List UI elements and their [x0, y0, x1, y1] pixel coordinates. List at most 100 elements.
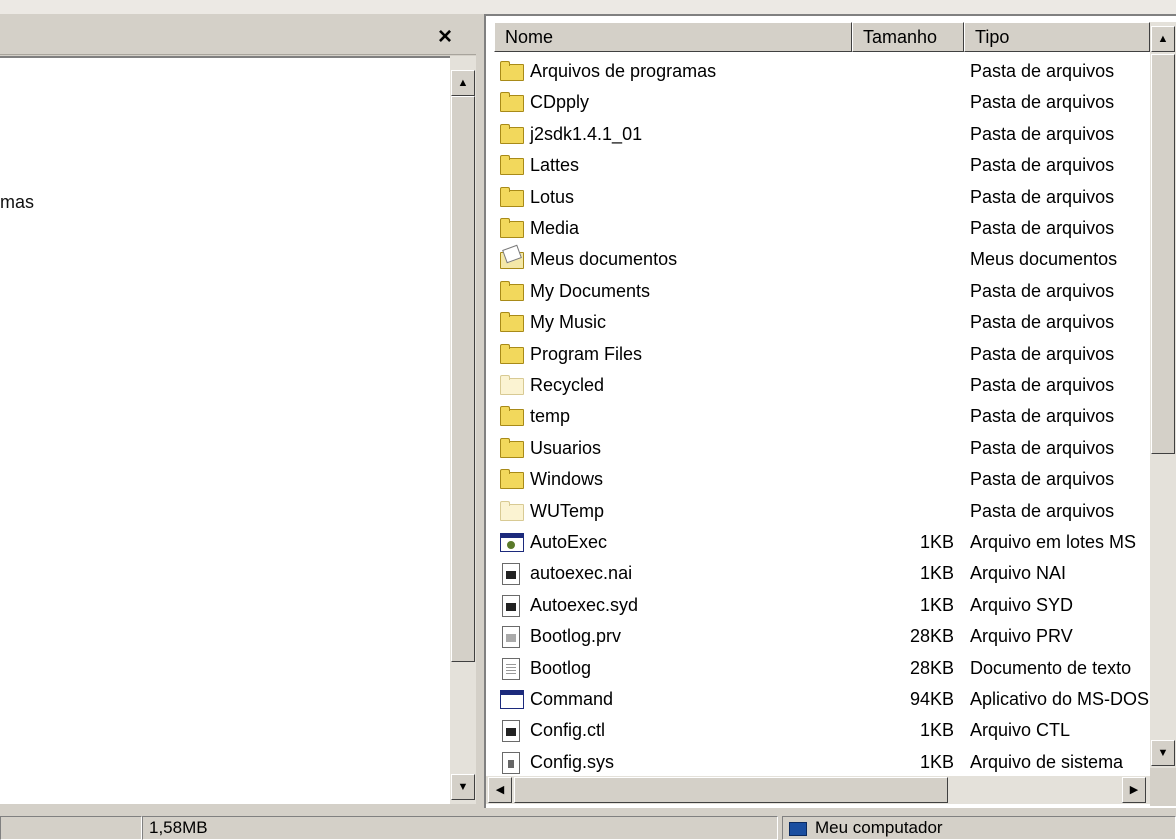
file-type: Arquivo em lotes MS	[970, 532, 1137, 552]
system-file-icon	[500, 594, 524, 617]
file-type: Pasta de arquivos	[970, 375, 1115, 395]
folder-icon	[500, 469, 524, 490]
file-row[interactable]: Bootlog 28KB Documento de texto	[494, 653, 1149, 683]
file-row[interactable]: Usuarios Pasta de arquivos	[494, 433, 1149, 463]
file-row[interactable]: Config.sys 1KB Arquivo de sistema	[494, 747, 1149, 777]
file-type: Meus documentos	[970, 249, 1118, 270]
file-size: 1KB	[919, 532, 954, 552]
file-name: Lattes	[530, 155, 580, 176]
scroll-left-arrow-icon[interactable]: ◀	[488, 777, 512, 803]
file-list-horizontal-scrollbar[interactable]: ◀ ▶	[486, 776, 1150, 804]
scroll-down-arrow-icon[interactable]: ▼	[1151, 740, 1175, 766]
file-row[interactable]: Program Files Pasta de arquivos	[494, 339, 1149, 369]
folder-tree-vertical-scrollbar[interactable]: ▲ ▼	[450, 56, 476, 804]
file-size: 28KB	[909, 626, 954, 647]
folder-icon	[500, 186, 524, 207]
file-name: My Documents	[530, 280, 651, 301]
file-name: Command	[530, 689, 614, 709]
column-header-size[interactable]: Tamanho	[852, 22, 964, 52]
scroll-up-arrow-icon[interactable]: ▲	[451, 70, 475, 96]
file-row[interactable]: Autoexec.syd 1KB Arquivo SYD	[494, 590, 1149, 620]
file-row[interactable]: Meus documentos Meus documentos	[494, 244, 1149, 274]
close-icon[interactable]: ×	[432, 22, 458, 52]
file-name: Program Files	[530, 343, 643, 364]
file-type: Pasta de arquivos	[970, 500, 1115, 521]
file-name: Recycled	[530, 375, 605, 395]
file-type: Pasta de arquivos	[970, 123, 1115, 144]
file-row[interactable]: CDpply Pasta de arquivos	[494, 87, 1149, 117]
file-row[interactable]: temp Pasta de arquivos	[494, 401, 1149, 431]
scroll-down-arrow-icon[interactable]: ▼	[451, 774, 475, 800]
scrollbar-thumb[interactable]	[1151, 54, 1175, 454]
status-panel-empty	[0, 816, 142, 840]
file-type: Arquivo de sistema	[970, 751, 1124, 772]
file-type: Pasta de arquivos	[970, 155, 1115, 176]
dos-app-icon	[500, 689, 524, 709]
tree-item-programas[interactable]: mas	[0, 192, 34, 213]
file-row[interactable]: Media Pasta de arquivos	[494, 213, 1149, 243]
folder-icon	[500, 406, 524, 427]
system-file-icon	[500, 720, 524, 743]
file-type: Pasta de arquivos	[970, 312, 1115, 333]
file-name: AutoExec	[530, 532, 608, 552]
scroll-right-arrow-icon[interactable]: ▶	[1122, 777, 1146, 803]
file-type: Aplicativo do MS-DOS	[970, 689, 1149, 709]
scrollbar-thumb[interactable]	[514, 777, 948, 803]
file-row[interactable]: Command 94KB Aplicativo do MS-DOS	[494, 684, 1149, 714]
file-name: Windows	[530, 469, 604, 490]
file-name: Arquivos de programas	[530, 61, 717, 81]
file-row[interactable]: My Music Pasta de arquivos	[494, 307, 1149, 337]
folders-pane: × mas ▲ ▼	[0, 14, 482, 808]
folder-icon	[500, 61, 524, 81]
file-size: 1KB	[919, 720, 954, 741]
file-name: Media	[530, 218, 580, 238]
file-list-vertical-scrollbar[interactable]: ▲ ▼	[1150, 22, 1176, 768]
file-row[interactable]: My Documents Pasta de arquivos	[494, 276, 1149, 306]
file-type: Pasta de arquivos	[970, 92, 1115, 113]
file-row[interactable]: Recycled Pasta de arquivos	[494, 370, 1149, 400]
window-top-edge	[0, 0, 1176, 14]
file-row[interactable]: Lotus Pasta de arquivos	[494, 182, 1149, 212]
file-name: WUTemp	[530, 500, 605, 521]
folder-icon	[500, 123, 524, 144]
file-size: 28KB	[909, 657, 954, 678]
scroll-up-arrow-icon[interactable]: ▲	[1151, 26, 1175, 52]
folder-icon	[500, 343, 524, 364]
file-type: Pasta de arquivos	[970, 469, 1115, 490]
file-name: Autoexec.syd	[530, 594, 639, 615]
file-type: Arquivo PRV	[970, 626, 1073, 647]
scrollbar-thumb[interactable]	[451, 96, 475, 662]
column-header-name[interactable]: Nome	[494, 22, 852, 52]
my-computer-icon	[789, 821, 807, 836]
file-type: Arquivo NAI	[970, 563, 1067, 584]
folder-icon	[500, 437, 524, 458]
file-row[interactable]: Windows Pasta de arquivos	[494, 464, 1149, 494]
text-file-icon	[500, 657, 524, 680]
file-row[interactable]: WUTemp Pasta de arquivos	[494, 496, 1149, 526]
file-row[interactable]: Arquivos de programas Pasta de arquivos	[494, 56, 1149, 86]
file-row[interactable]: AutoExec 1KB Arquivo em lotes MS	[494, 527, 1149, 557]
file-type: Pasta de arquivos	[970, 186, 1115, 207]
file-name: autoexec.nai	[530, 563, 633, 584]
file-type: Pasta de arquivos	[970, 343, 1115, 364]
file-row[interactable]: Lattes Pasta de arquivos	[494, 150, 1149, 180]
file-type: Arquivo CTL	[970, 720, 1071, 741]
file-size: 1KB	[919, 594, 954, 615]
file-name: My Music	[530, 312, 606, 333]
file-name: Lotus	[530, 186, 575, 207]
file-size: 1KB	[919, 563, 954, 584]
folders-pane-header: ×	[0, 20, 476, 55]
file-name: temp	[530, 406, 571, 427]
folder-tree[interactable]: mas	[0, 56, 450, 804]
folder-icon	[500, 280, 524, 301]
folder-icon	[500, 218, 524, 238]
file-row[interactable]: Bootlog.prv 28KB Arquivo PRV	[494, 621, 1149, 651]
file-row[interactable]: Config.ctl 1KB Arquivo CTL	[494, 715, 1149, 745]
file-name: Usuarios	[530, 437, 602, 458]
hidden-folder-icon	[500, 375, 524, 395]
column-header-type[interactable]: Tipo	[964, 22, 1150, 52]
file-row[interactable]: j2sdk1.4.1_01 Pasta de arquivos	[494, 119, 1149, 149]
file-row[interactable]: autoexec.nai 1KB Arquivo NAI	[494, 558, 1149, 588]
file-name: j2sdk1.4.1_01	[530, 123, 643, 144]
status-location-label: Meu computador	[815, 818, 943, 837]
